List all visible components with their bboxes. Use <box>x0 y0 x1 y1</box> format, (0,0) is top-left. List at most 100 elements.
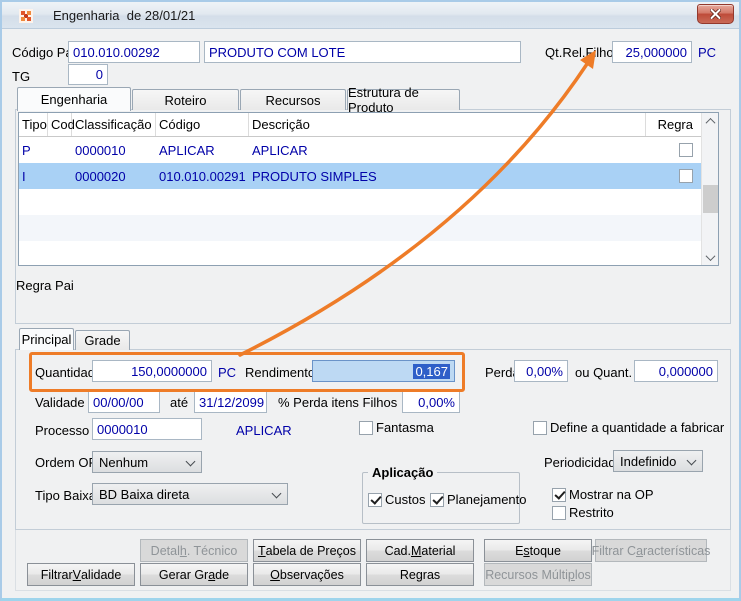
ou-quant-label: ou Quant. <box>575 365 633 380</box>
table-empty-row <box>19 215 718 241</box>
cell-cod <box>48 163 72 189</box>
planejamento-label: Planejamento <box>447 492 527 507</box>
define-quantidade-checkbox[interactable] <box>533 420 547 435</box>
validade-input[interactable]: 00/00/00 <box>88 391 160 413</box>
detalh-tecnico-button: Detal h. Técnico <box>140 539 248 562</box>
table-row-selected[interactable]: I 0000020 010.010.00291 PRODUTO SIMPLES <box>19 163 718 189</box>
cell-tipo: P <box>22 142 31 158</box>
window-title: Engenharia de 28/01/21 <box>53 8 196 23</box>
regra-checkbox[interactable] <box>679 169 693 183</box>
ordem-op-label: Ordem OP <box>35 455 98 470</box>
tab-engenharia[interactable]: Engenharia <box>17 87 131 111</box>
tab-grade[interactable]: Grade <box>75 330 130 350</box>
custos-checkbox-row[interactable]: Custos <box>368 492 425 507</box>
cell-regra <box>646 137 701 163</box>
cell-descricao: APLICAR <box>252 142 308 158</box>
table-scrollbar[interactable] <box>701 113 718 265</box>
quantidade-input[interactable]: 150,0000000 <box>92 360 212 382</box>
tab-recursos[interactable]: Recursos <box>240 89 346 110</box>
tab-roteiro[interactable]: Roteiro <box>132 89 239 110</box>
col-regra[interactable]: Regra <box>646 113 701 136</box>
cell-regra <box>646 163 701 189</box>
scroll-down-icon[interactable] <box>702 249 718 265</box>
cell-cod <box>48 137 72 163</box>
planejamento-checkbox-row[interactable]: Planejamento <box>430 492 527 507</box>
fantasma-checkbox-row[interactable]: Fantasma <box>359 420 434 435</box>
app-icon <box>19 9 33 23</box>
chevron-down-icon <box>686 455 697 466</box>
cell-codigo: APLICAR <box>159 142 215 158</box>
codigo-pai-input[interactable]: 010.010.00292 <box>68 41 200 63</box>
cell-descricao: PRODUTO SIMPLES <box>252 168 377 184</box>
tg-label: TG <box>12 69 31 84</box>
custos-label: Custos <box>385 492 426 507</box>
restrito-checkbox[interactable] <box>552 505 566 520</box>
ordem-op-select[interactable]: Nenhum <box>92 451 202 473</box>
mostrar-na-op-checkbox-row[interactable]: Mostrar na OP <box>552 487 654 502</box>
gerar-grade-button[interactable]: Gerar Gr a de <box>140 563 248 586</box>
qt-rel-filho-label: Qt.Rel.Filho <box>545 45 614 60</box>
ou-quant-input[interactable]: 0,000000 <box>634 360 718 382</box>
col-descricao[interactable]: Descrição <box>249 113 646 136</box>
tabela-de-precos-button[interactable]: Tabela de Preços <box>253 539 361 562</box>
engenharia-window: Engenharia de 28/01/21 Código Pai 010.01… <box>0 0 741 601</box>
rendimento-input[interactable]: 0,167 <box>312 360 455 382</box>
tab-principal[interactable]: Principal <box>19 328 74 350</box>
tipo-baixa-label: Tipo Baixa <box>35 488 96 503</box>
close-button[interactable] <box>697 4 734 24</box>
chevron-down-icon <box>271 488 282 499</box>
periodicidade-label: Periodicidade <box>544 455 623 470</box>
perda-itens-filhos-input[interactable]: 0,00% <box>402 391 460 413</box>
tab-estrutura-de-produto[interactable]: Estrutura de Produto <box>347 85 460 115</box>
col-classificacao[interactable]: Classificação <box>72 113 156 136</box>
col-cod[interactable]: Cod <box>48 113 75 136</box>
processo-input[interactable]: 0000010 <box>92 418 202 440</box>
estoque-button[interactable]: Es toque <box>484 539 592 562</box>
scroll-up-icon[interactable] <box>702 113 718 129</box>
descricao-pai-input[interactable]: PRODUTO COM LOTE <box>204 41 521 63</box>
perda-itens-filhos-label: % Perda itens Filhos <box>278 395 398 410</box>
define-quantidade-checkbox-row[interactable]: Define a quantidade a fabricar <box>533 420 724 435</box>
filtrar-validade-button[interactable]: Filtrar Validade <box>27 563 135 586</box>
qt-rel-filho-input[interactable]: 25,000000 <box>612 41 692 63</box>
title-bar: Engenharia de 28/01/21 <box>2 2 739 29</box>
col-codigo[interactable]: Código <box>156 113 249 136</box>
filtrar-caracteristicas-button: Filtrar Ca racterísticas <box>592 539 710 562</box>
perda-input[interactable]: 0,00% <box>514 360 568 382</box>
validade-ate-input[interactable]: 31/12/2099 <box>194 391 267 413</box>
col-tipo[interactable]: Tipo <box>19 113 48 136</box>
planejamento-checkbox[interactable] <box>430 492 444 507</box>
table-empty-row <box>19 189 718 215</box>
qt-rel-filho-unit: PC <box>698 45 717 60</box>
regras-button[interactable]: Re g ras <box>366 563 474 586</box>
table-row[interactable]: P 0000010 APLICAR APLICAR <box>19 137 718 163</box>
periodicidade-value: Indefinido <box>620 453 677 469</box>
rendimento-label: Rendimento <box>245 365 316 380</box>
processo-desc: APLICAR <box>236 423 292 438</box>
recursos-multiplos-button: Recursos Múlti p los <box>484 563 592 586</box>
tipo-baixa-select[interactable]: BD Baixa direta <box>92 483 288 505</box>
cell-tipo: I <box>22 168 26 184</box>
ordem-op-value: Nenhum <box>99 454 149 470</box>
cad-material-button[interactable]: Cad. Material <box>366 539 474 562</box>
table-header: Tipo Cod Classificação Código Descrição … <box>19 113 718 137</box>
mostrar-na-op-checkbox[interactable] <box>552 487 566 502</box>
regra-pai-label: Regra Pai <box>16 278 74 293</box>
scrollbar-thumb[interactable] <box>703 185 718 213</box>
restrito-checkbox-row[interactable]: Restrito <box>552 505 614 520</box>
codigo-pai-label: Código Pai <box>12 45 76 60</box>
aplicacao-label: Aplicação <box>368 465 438 480</box>
restrito-label: Restrito <box>569 505 614 520</box>
fantasma-checkbox[interactable] <box>359 420 373 435</box>
custos-checkbox[interactable] <box>368 492 382 507</box>
periodicidade-select[interactable]: Indefinido <box>613 450 703 472</box>
bom-table: Tipo Cod Classificação Código Descrição … <box>18 112 719 266</box>
cell-codigo: 010.010.00291 <box>159 168 246 184</box>
observacoes-button[interactable]: Observações <box>253 563 361 586</box>
tg-input[interactable]: 0 <box>68 64 108 85</box>
regra-checkbox[interactable] <box>679 143 693 157</box>
validade-label: Validade <box>35 395 85 410</box>
fantasma-label: Fantasma <box>376 420 434 435</box>
cell-classificacao: 0000020 <box>75 168 126 184</box>
mostrar-na-op-label: Mostrar na OP <box>569 487 654 502</box>
